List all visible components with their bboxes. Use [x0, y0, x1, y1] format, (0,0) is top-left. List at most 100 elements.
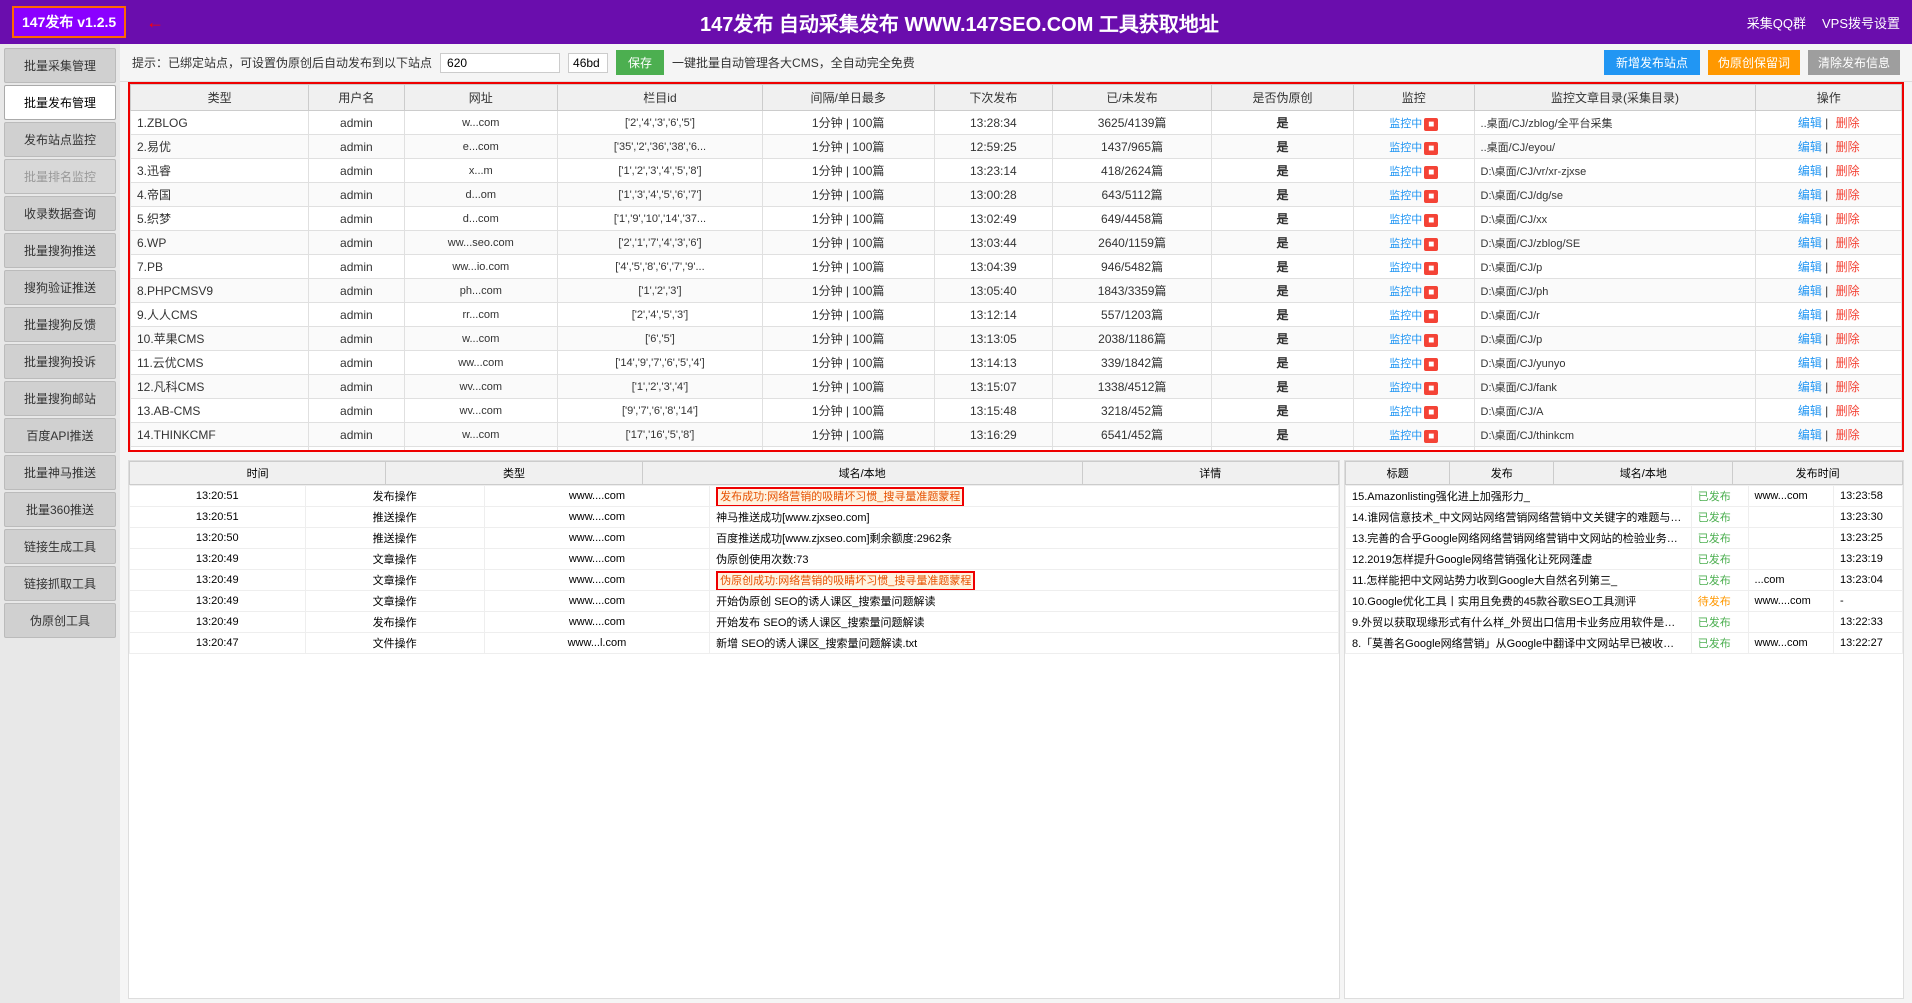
sidebar-item-1[interactable]: 批量发布管理: [4, 85, 116, 120]
table-cell[interactable]: 监控中■: [1353, 111, 1474, 135]
sidebar-item-2[interactable]: 发布站点监控: [4, 122, 116, 157]
monitor-icon[interactable]: ■: [1424, 334, 1438, 347]
table-cell[interactable]: 监控中■: [1353, 159, 1474, 183]
table-cell[interactable]: 监控中■: [1353, 375, 1474, 399]
log-scroll[interactable]: 13:20:51发布操作www....com发布成功:网络营销的吸睛坏习惯_搜寻…: [129, 485, 1339, 998]
sidebar-item-7[interactable]: 批量搜狗反馈: [4, 307, 116, 342]
edit-link[interactable]: 编辑: [1798, 332, 1822, 346]
sidebar-item-0[interactable]: 批量采集管理: [4, 48, 116, 83]
table-cell[interactable]: D:\桌面/CJ/r: [1474, 303, 1756, 327]
delete-link[interactable]: 删除: [1836, 164, 1860, 178]
delete-link[interactable]: 删除: [1836, 356, 1860, 370]
edit-link[interactable]: 编辑: [1798, 116, 1822, 130]
sidebar-item-13[interactable]: 链接生成工具: [4, 529, 116, 564]
pseudo-save-button[interactable]: 伪原创保留词: [1708, 50, 1800, 75]
table-cell[interactable]: 监控中■: [1353, 351, 1474, 375]
table-cell[interactable]: 编辑 | 删除: [1756, 207, 1902, 231]
delete-link[interactable]: 删除: [1836, 308, 1860, 322]
monitor-icon[interactable]: ■: [1424, 118, 1438, 131]
edit-link[interactable]: 编辑: [1798, 308, 1822, 322]
table-cell[interactable]: D:\桌面/CJ/p: [1474, 255, 1756, 279]
edit-link[interactable]: 编辑: [1798, 428, 1822, 442]
edit-link[interactable]: 编辑: [1798, 236, 1822, 250]
monitor-icon[interactable]: ■: [1424, 238, 1438, 251]
table-cell[interactable]: 编辑 | 删除: [1756, 303, 1902, 327]
table-cell[interactable]: 编辑 | 删除: [1756, 423, 1902, 447]
sidebar-item-14[interactable]: 链接抓取工具: [4, 566, 116, 601]
monitor-icon[interactable]: ■: [1424, 214, 1438, 227]
table-cell[interactable]: 编辑 | 删除: [1756, 159, 1902, 183]
edit-link[interactable]: 编辑: [1798, 284, 1822, 298]
monitor-icon[interactable]: ■: [1424, 262, 1438, 275]
table-cell[interactable]: 编辑 | 删除: [1756, 279, 1902, 303]
table-cell[interactable]: 监控中■: [1353, 207, 1474, 231]
monitor-icon[interactable]: ■: [1424, 310, 1438, 323]
vps-settings-link[interactable]: VPS拨号设置: [1822, 13, 1900, 32]
table-cell[interactable]: ..桌面/CJ/zblog/全平台采集: [1474, 111, 1756, 135]
table-cell[interactable]: 监控中■: [1353, 231, 1474, 255]
delete-link[interactable]: 删除: [1836, 236, 1860, 250]
edit-link[interactable]: 编辑: [1798, 212, 1822, 226]
new-site-button[interactable]: 新增发布站点: [1604, 50, 1700, 75]
table-cell[interactable]: 监控中■: [1353, 327, 1474, 351]
table-cell[interactable]: D:\桌面/CJ/thinkcm: [1474, 423, 1756, 447]
table-cell[interactable]: 监控中■: [1353, 135, 1474, 159]
edit-link[interactable]: 编辑: [1798, 188, 1822, 202]
table-cell[interactable]: D:\桌面/CJ/yunyo: [1474, 351, 1756, 375]
table-cell[interactable]: D:\桌面/CJ/fank: [1474, 375, 1756, 399]
table-cell[interactable]: D:\桌面/CJ/dg/se: [1474, 183, 1756, 207]
table-cell[interactable]: 监控中■: [1353, 255, 1474, 279]
monitor-icon[interactable]: ■: [1424, 190, 1438, 203]
table-cell[interactable]: 编辑 | 删除: [1756, 351, 1902, 375]
edit-link[interactable]: 编辑: [1798, 380, 1822, 394]
table-cell[interactable]: 监控中■: [1353, 447, 1474, 453]
delete-link[interactable]: 删除: [1836, 380, 1860, 394]
table-cell[interactable]: D:\桌面/CJ/souwa: [1474, 447, 1756, 453]
table-cell[interactable]: 监控中■: [1353, 279, 1474, 303]
delete-link[interactable]: 删除: [1836, 284, 1860, 298]
table-cell[interactable]: 编辑 | 删除: [1756, 183, 1902, 207]
table-cell[interactable]: 编辑 | 删除: [1756, 135, 1902, 159]
sidebar-item-11[interactable]: 批量神马推送: [4, 455, 116, 490]
table-cell[interactable]: 编辑 | 删除: [1756, 447, 1902, 453]
table-cell[interactable]: 监控中■: [1353, 399, 1474, 423]
edit-link[interactable]: 编辑: [1798, 164, 1822, 178]
pseudo-token-input2[interactable]: [568, 53, 608, 73]
monitor-icon[interactable]: ■: [1424, 406, 1438, 419]
table-cell[interactable]: 监控中■: [1353, 423, 1474, 447]
sidebar-item-8[interactable]: 批量搜狗投诉: [4, 344, 116, 379]
delete-link[interactable]: 删除: [1836, 116, 1860, 130]
table-cell[interactable]: 监控中■: [1353, 183, 1474, 207]
monitor-icon[interactable]: ■: [1424, 166, 1438, 179]
sidebar-item-10[interactable]: 百度API推送: [4, 418, 116, 453]
edit-link[interactable]: 编辑: [1798, 140, 1822, 154]
table-cell[interactable]: 编辑 | 删除: [1756, 327, 1902, 351]
delete-link[interactable]: 删除: [1836, 188, 1860, 202]
edit-link[interactable]: 编辑: [1798, 404, 1822, 418]
delete-link[interactable]: 删除: [1836, 212, 1860, 226]
table-cell[interactable]: D:\桌面/CJ/p: [1474, 327, 1756, 351]
delete-link[interactable]: 删除: [1836, 404, 1860, 418]
table-cell[interactable]: 编辑 | 删除: [1756, 231, 1902, 255]
qq-group-link[interactable]: 采集QQ群: [1747, 13, 1806, 32]
delete-link[interactable]: 删除: [1836, 140, 1860, 154]
sidebar-item-5[interactable]: 批量搜狗推送: [4, 233, 116, 268]
monitor-icon[interactable]: ■: [1424, 286, 1438, 299]
pseudo-token-input[interactable]: [440, 53, 560, 73]
clear-info-button[interactable]: 清除发布信息: [1808, 50, 1900, 75]
table-cell[interactable]: D:\桌面/CJ/zblog/SE: [1474, 231, 1756, 255]
save-button[interactable]: 保存: [616, 50, 664, 75]
monitor-icon[interactable]: ■: [1424, 358, 1438, 371]
edit-link[interactable]: 编辑: [1798, 356, 1822, 370]
monitor-icon[interactable]: ■: [1424, 142, 1438, 155]
table-cell[interactable]: 编辑 | 删除: [1756, 255, 1902, 279]
monitor-icon[interactable]: ■: [1424, 430, 1438, 443]
sidebar-item-9[interactable]: 批量搜狗邮站: [4, 381, 116, 416]
edit-link[interactable]: 编辑: [1798, 260, 1822, 274]
table-cell[interactable]: D:\桌面/CJ/vr/xr-zjxse: [1474, 159, 1756, 183]
right-scroll[interactable]: 15.Amazonlisting强化进上加强形力_已发布www...com13:…: [1345, 485, 1903, 998]
table-cell[interactable]: D:\桌面/CJ/xx: [1474, 207, 1756, 231]
delete-link[interactable]: 删除: [1836, 332, 1860, 346]
delete-link[interactable]: 删除: [1836, 428, 1860, 442]
monitor-icon[interactable]: ■: [1424, 382, 1438, 395]
